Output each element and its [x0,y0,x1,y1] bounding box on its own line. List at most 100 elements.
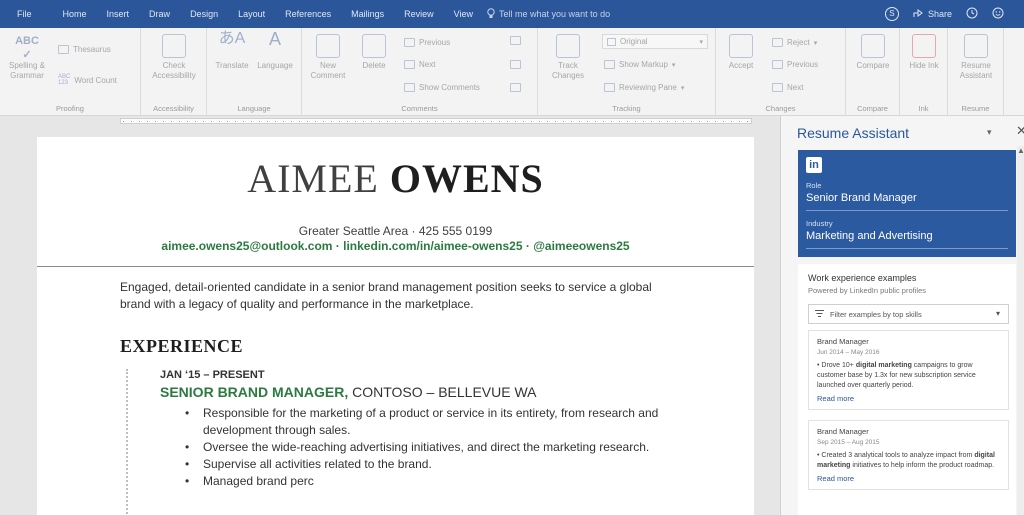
tab-references[interactable]: References [275,0,341,28]
show-markup-button[interactable]: Show Markup ▾ [604,60,675,69]
tab-home[interactable]: Home [53,0,97,28]
tab-view[interactable]: View [444,0,483,28]
group-tracking: Track Changes Original ▾ Show Markup ▾ Re… [538,28,716,116]
display-for-review-value: Original [620,37,648,46]
example-card[interactable]: Brand Manager Sep 2015 – Aug 2015 • Crea… [808,420,1009,490]
linkedin-role-card: in Role Senior Brand Manager Industry Ma… [798,150,1016,257]
chevron-down-icon: ▾ [699,38,703,46]
history-icon[interactable] [966,7,978,21]
scroll-up-icon[interactable]: ▲ [1017,146,1024,155]
spelling-grammar-label: Spelling & Grammar [8,61,46,80]
example-text: initiatives to help inform the product r… [850,462,995,469]
horizontal-ruler[interactable] [0,116,780,126]
tab-insert[interactable]: Insert [97,0,140,28]
translate-button[interactable]: あA Translate [213,31,251,71]
previous-change-button[interactable]: Previous [772,60,818,69]
share-button[interactable]: Share [913,8,952,20]
example-role: Brand Manager [817,337,869,346]
job-bullets: Responsible for the marketing of a produ… [185,405,685,490]
example-card[interactable]: Brand Manager Jun 2014 – May 2016 • Drov… [808,330,1009,410]
track-changes-icon [556,34,580,58]
word-count-label: Word Count [74,75,117,85]
ink-comment-icon[interactable] [510,36,521,45]
pane-options-chevron-icon[interactable]: ▾ [987,127,992,138]
show-comments-icon [404,83,415,92]
next-comment-icon [404,60,415,69]
pane-scrollbar[interactable] [1017,146,1024,515]
reject-button[interactable]: Reject ▾ [772,38,817,47]
resume-assistant-icon [964,34,988,58]
abc-123-icon: ABC 123 [58,74,71,86]
next-comment-button[interactable]: Next [404,60,435,69]
thesaurus-button[interactable]: Thesaurus [58,45,111,54]
chevron-down-icon: ▾ [680,84,685,92]
next-change-button[interactable]: Next [772,83,803,92]
new-comment-label: New Comment [310,61,346,80]
role-underline [806,210,1008,211]
pane-close-icon[interactable]: ✕ [1016,123,1024,139]
compare-group-label: Compare [857,104,888,113]
tab-draw[interactable]: Draw [139,0,180,28]
read-more-link[interactable]: Read more [817,474,1000,483]
chevron-down-icon: ▾ [995,309,1000,318]
resume-name: AIMEE OWENS [37,155,754,202]
read-more-link[interactable]: Read more [817,394,1000,403]
spelling-grammar-button[interactable]: ABC ✓ Spelling & Grammar [4,34,50,81]
example-dates: Jun 2014 – May 2016 [817,349,880,356]
resume-assistant-button[interactable]: Resume Assistant [952,34,1000,81]
example-dates: Sep 2015 – Aug 2015 [817,439,880,446]
tab-file[interactable]: File [0,0,53,28]
compare-icon [861,34,885,58]
document-area: AIMEE OWENS Greater Seattle Area · 425 5… [0,126,780,515]
track-changes-label: Track Changes [551,61,585,80]
pen-icon[interactable] [510,60,521,69]
work-examples-panel: Work experience examples Powered by Link… [798,264,1016,515]
display-for-review-dropdown[interactable]: Original ▾ [602,34,708,49]
abc-check-icon: ABC ✓ [15,35,39,61]
previous-change-icon [772,60,783,69]
reviewing-pane-button[interactable]: Reviewing Pane ▾ [604,83,684,92]
document-page[interactable]: AIMEE OWENS Greater Seattle Area · 425 5… [37,137,754,515]
new-comment-icon [316,34,340,58]
tab-review[interactable]: Review [394,0,444,28]
job-company: CONTOSO – BELLEVUE WA [348,384,537,400]
hide-ink-button[interactable]: Hide Ink [904,34,944,71]
accept-icon [729,34,753,58]
ribbon-tab-bar: File Home Insert Draw Design Layout Refe… [0,0,1024,28]
skype-icon[interactable]: S [884,7,899,21]
accept-button[interactable]: Accept [722,34,760,71]
check-accessibility-button[interactable]: Check Accessibility [145,34,203,81]
industry-input[interactable]: Marketing and Advertising [806,230,933,242]
delete-comment-icon [362,34,386,58]
language-button[interactable]: A Language [255,30,295,71]
reject-icon [772,38,783,47]
tab-layout[interactable]: Layout [228,0,275,28]
skills-filter-dropdown[interactable]: Filter examples by top skills ▾ [808,304,1009,324]
industry-underline [806,248,1008,249]
reject-label: Reject [787,38,810,47]
list-item: Responsible for the marketing of a produ… [185,405,685,438]
review-ribbon: ABC ✓ Spelling & Grammar Thesaurus ABC 123… [0,28,1024,116]
list-item: Oversee the wide-reaching advertising in… [185,439,685,456]
header-divider [37,266,754,267]
smiley-icon[interactable] [992,7,1004,21]
word-count-button[interactable]: ABC 123 Word Count [58,74,117,86]
delete-comment-button[interactable]: Delete [354,34,394,71]
role-input[interactable]: Senior Brand Manager [806,192,917,204]
compare-button[interactable]: Compare [850,34,896,71]
lightbulb-icon [487,7,495,21]
language-label: Language [257,61,293,70]
show-comments-button[interactable]: Show Comments [404,83,480,92]
new-comment-button[interactable]: New Comment [308,34,348,81]
tell-me-box[interactable]: Tell me what you want to do [487,7,610,21]
filter-placeholder: Filter examples by top skills [830,309,922,319]
reviewing-pane-label: Reviewing Pane [619,83,677,92]
tab-mailings[interactable]: Mailings [341,0,394,28]
eraser-icon[interactable] [510,83,521,92]
example-description: • Drove 10+ digital marketing campaigns … [817,361,1000,391]
experience-heading: EXPERIENCE [120,336,244,356]
group-accessibility: Check Accessibility Accessibility [141,28,207,116]
track-changes-button[interactable]: Track Changes [546,34,590,81]
tab-design[interactable]: Design [180,0,228,28]
previous-comment-button[interactable]: Previous [404,38,450,47]
